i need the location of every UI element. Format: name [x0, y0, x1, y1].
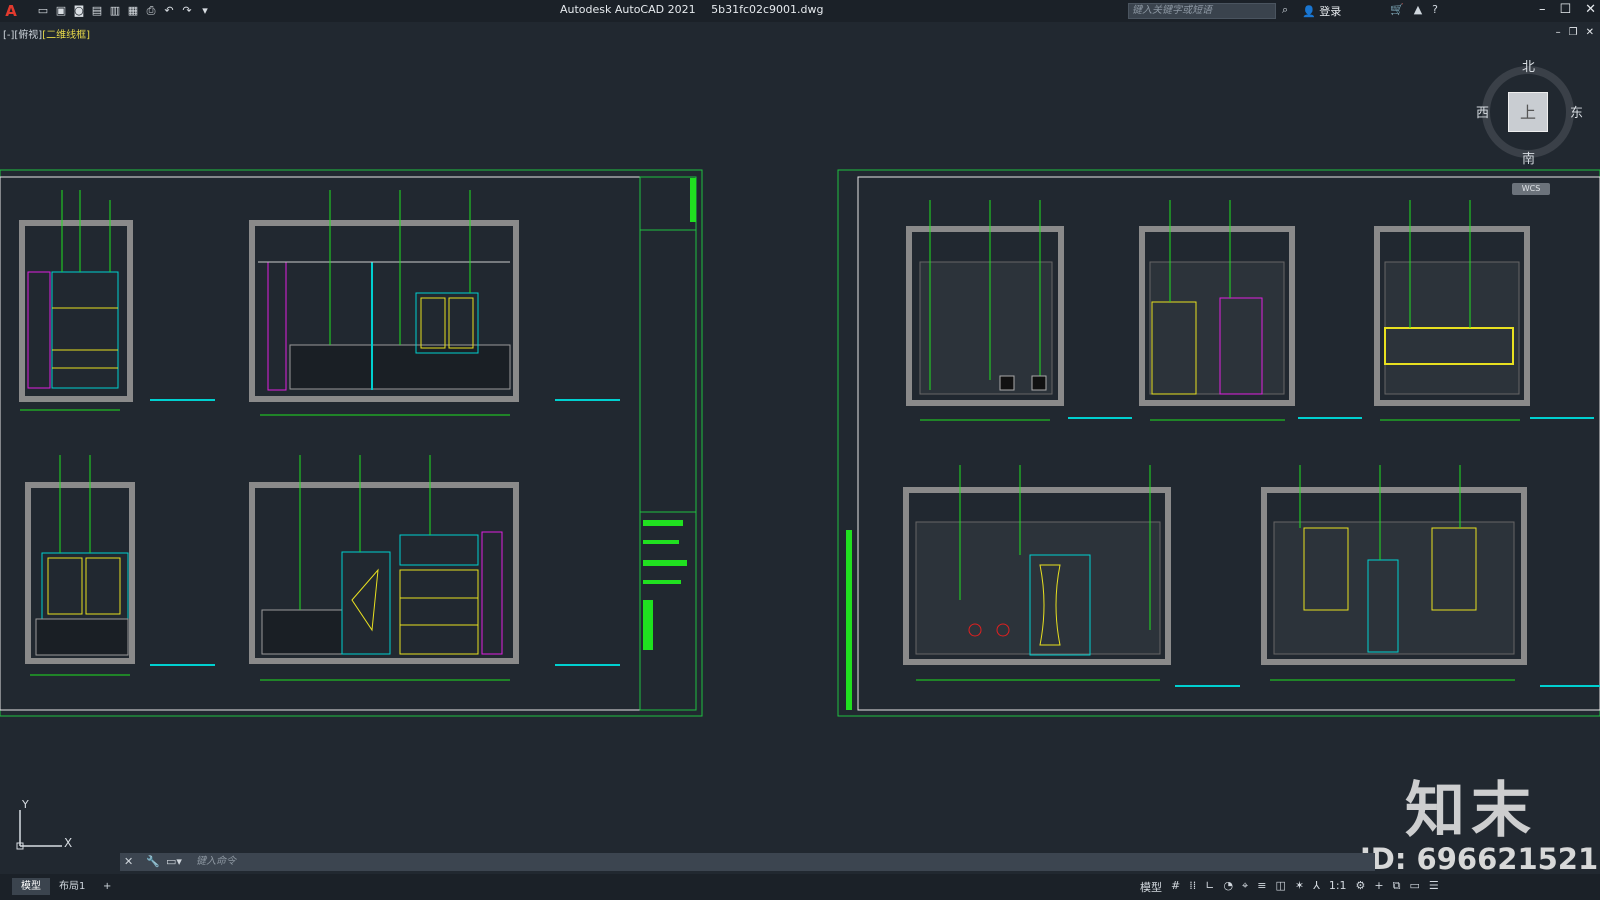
elevation-5	[906, 200, 1132, 421]
file-name: 5b31fc02c9001.dwg	[711, 3, 824, 16]
minimize-icon[interactable]: –	[1539, 2, 1546, 17]
drawing-minimize-icon[interactable]: –	[1556, 27, 1561, 38]
osnap-icon[interactable]: ⌖	[1242, 879, 1248, 895]
title-bar: A ▭ ▣ ◙ ▤ ▥ ▦ ⎙ ↶ ↷ ▾ Autodesk AutoCAD 2…	[0, 0, 1600, 22]
ucs-icon: Y X	[14, 798, 84, 858]
user-icon: 👤	[1302, 5, 1316, 18]
customization-menu-icon[interactable]: ☰	[1429, 879, 1439, 895]
sign-in-label: 登录	[1319, 5, 1342, 18]
window-controls: – ☐ ✕	[1539, 2, 1596, 17]
drawing-window-controls: – ❐ ✕	[1556, 27, 1594, 38]
drawing-close-icon[interactable]: ✕	[1586, 27, 1594, 38]
elevation-4	[249, 455, 620, 681]
autodesk-app-icon[interactable]: ▲	[1414, 3, 1422, 16]
cart-icon[interactable]: 🛒	[1390, 3, 1404, 16]
ortho-icon[interactable]: ∟	[1205, 879, 1214, 895]
close-icon[interactable]: ✕	[1585, 2, 1596, 17]
compass-east[interactable]: 东	[1570, 102, 1583, 121]
help-icon[interactable]: ?	[1432, 3, 1438, 16]
transparency-icon[interactable]: ◫	[1275, 879, 1285, 895]
snap-icon[interactable]: ⁞⁞	[1189, 879, 1196, 895]
drawing-canvas[interactable]	[0, 40, 1600, 848]
compass-west[interactable]: 西	[1476, 102, 1489, 121]
elevation-1	[19, 190, 215, 411]
model-space-button[interactable]: 模型	[1140, 879, 1162, 895]
compass-south[interactable]: 南	[1522, 148, 1535, 167]
status-tools: 模型 # ⁞⁞ ∟ ◔ ⌖ ≡ ◫ ✶ ⅄ 1:1 ⚙ + ⧉ ▭ ☰	[1140, 879, 1439, 895]
print-icon[interactable]: ⎙	[144, 4, 158, 18]
drawing-restore-icon[interactable]: ❐	[1569, 27, 1578, 38]
status-bar: 模型 布局1 + 模型 # ⁞⁞ ∟ ◔ ⌖ ≡ ◫ ✶ ⅄ 1:1 ⚙ + ⧉…	[0, 874, 1600, 900]
tab-model[interactable]: 模型	[12, 878, 50, 895]
save-icon[interactable]: ◙	[72, 4, 86, 18]
grid-icon[interactable]: #	[1171, 879, 1180, 895]
command-line[interactable]: ✕ 🔧 ▭▾ 键入命令	[120, 853, 1375, 871]
elevation-9	[1261, 465, 1600, 687]
elevation-6	[1139, 200, 1362, 421]
sign-in-button[interactable]: 👤 登录	[1302, 3, 1341, 19]
add-icon[interactable]: +	[1374, 879, 1383, 895]
isolate-icon[interactable]: ⧉	[1393, 879, 1401, 895]
workspace-gear-icon[interactable]: ⚙	[1356, 879, 1366, 895]
elevation-7	[1374, 200, 1594, 421]
elevation-2	[249, 190, 620, 416]
quick-access-toolbar: ▭ ▣ ◙ ▤ ▥ ▦ ⎙ ↶ ↷ ▾	[36, 4, 212, 18]
title-right-icons: 🛒 ▲ ?	[1390, 3, 1438, 16]
command-close-icon[interactable]: ✕	[124, 853, 133, 871]
ucs-y-label: Y	[22, 798, 29, 811]
search-icon[interactable]: ⌕	[1282, 3, 1288, 17]
open-file-icon[interactable]: ▣	[54, 4, 68, 18]
new-file-icon[interactable]: ▭	[36, 4, 50, 18]
undo-icon[interactable]: ↶	[162, 4, 176, 18]
image-id-watermark: ID: 696621521	[1360, 842, 1599, 876]
lineweight-icon[interactable]: ≡	[1257, 879, 1266, 895]
elevation-3	[25, 455, 215, 676]
brand-watermark: 知末	[1405, 776, 1537, 846]
annotation-scale-icon[interactable]: ⅄	[1313, 879, 1320, 895]
maximize-icon[interactable]: ☐	[1559, 2, 1571, 17]
compass-north[interactable]: 北	[1522, 56, 1535, 75]
clean-screen-icon[interactable]: ▭	[1409, 879, 1419, 895]
add-layout-button[interactable]: +	[94, 878, 120, 895]
redo-icon[interactable]: ↷	[180, 4, 194, 18]
plot-preview-icon[interactable]: ▦	[126, 4, 140, 18]
command-input[interactable]: 键入命令	[196, 853, 236, 871]
elevation-8	[903, 465, 1240, 687]
window-title: Autodesk AutoCAD 2021 5b31fc02c9001.dwg	[560, 3, 836, 16]
autocad-logo-icon[interactable]: A	[0, 0, 22, 22]
command-customize-icon[interactable]: 🔧	[146, 853, 160, 871]
save-as-icon[interactable]: ▤	[90, 4, 104, 18]
tab-layout1[interactable]: 布局1	[50, 878, 94, 895]
app-name: Autodesk AutoCAD 2021	[560, 3, 696, 16]
wcs-menu[interactable]: WCS	[1512, 183, 1550, 195]
viewcube-top-face[interactable]: 上	[1508, 92, 1548, 132]
annotation-scale-value[interactable]: 1:1	[1329, 879, 1347, 895]
publish-icon[interactable]: ▥	[108, 4, 122, 18]
annotation-visibility-icon[interactable]: ✶	[1295, 879, 1304, 895]
customize-toolbar-icon[interactable]: ▾	[198, 4, 212, 18]
command-history-icon[interactable]: ▭▾	[166, 853, 182, 871]
viewport-label[interactable]: [-][俯视][二维线框]	[3, 26, 90, 41]
search-input[interactable]: 键入关键字或短语	[1128, 3, 1276, 19]
polar-icon[interactable]: ◔	[1223, 879, 1233, 895]
ucs-x-label: X	[64, 836, 73, 850]
viewcube[interactable]: 上 北 南 西 东	[1472, 56, 1584, 168]
